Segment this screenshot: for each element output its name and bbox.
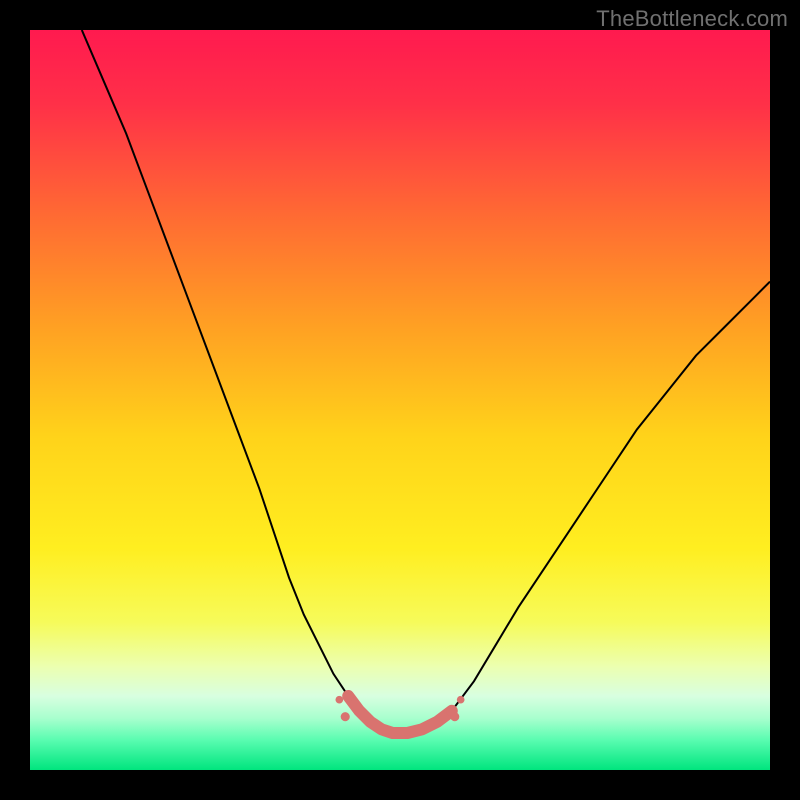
optimal-region-dot (457, 696, 465, 704)
optimal-region-dot (343, 690, 354, 701)
gradient-background (30, 30, 770, 770)
plot-area (30, 30, 770, 770)
optimal-region-dot (335, 696, 343, 704)
chart-frame: TheBottleneck.com (0, 0, 800, 800)
optimal-region-dot (450, 712, 459, 721)
bottleneck-chart (30, 30, 770, 770)
optimal-region-dot (341, 712, 350, 721)
attribution-text: TheBottleneck.com (596, 6, 788, 32)
